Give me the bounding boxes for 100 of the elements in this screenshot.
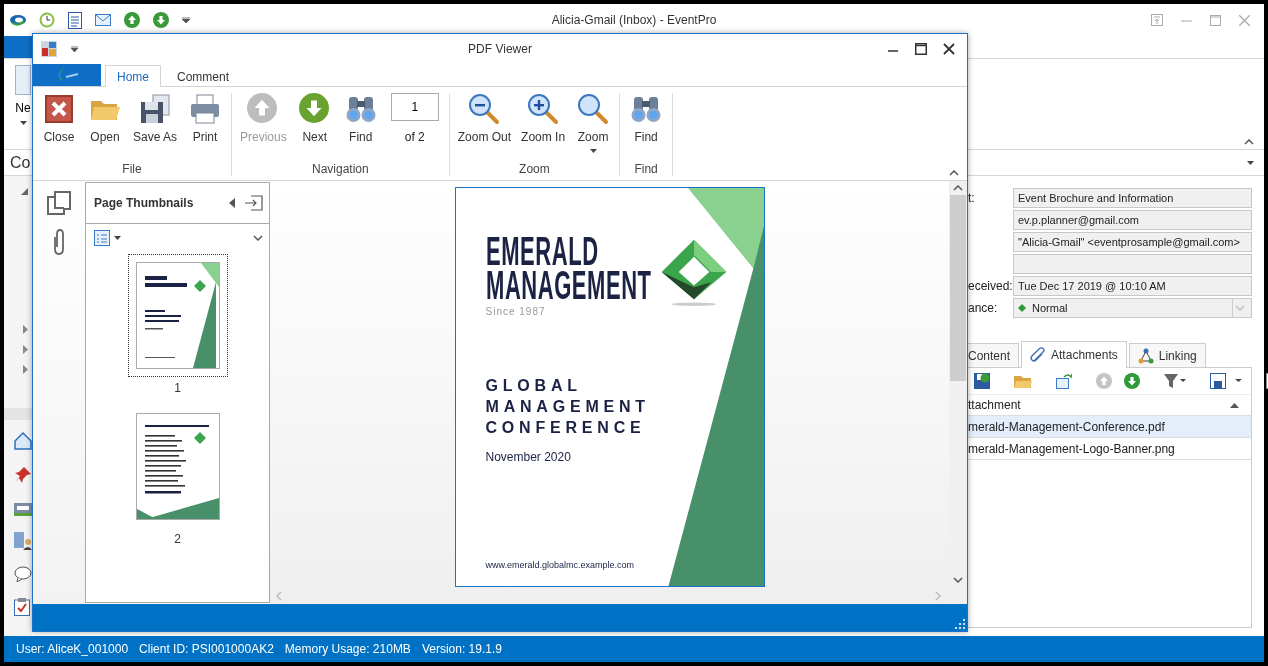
page-thumbnail[interactable] xyxy=(127,254,228,377)
text-field[interactable]: ev.p.planner@gmail.com xyxy=(1013,210,1252,230)
app-logo-icon[interactable] xyxy=(10,14,26,26)
filter-icon[interactable] xyxy=(1164,373,1186,389)
page-number-field[interactable]: 1 xyxy=(390,93,439,121)
floppy-disk-icon xyxy=(139,93,171,125)
down-arrow-circle-icon[interactable] xyxy=(1124,373,1140,389)
up-arrow-circle-icon[interactable] xyxy=(124,12,140,28)
dropdown-caret-icon xyxy=(114,236,121,240)
tree-expand-icon[interactable] xyxy=(23,325,28,334)
attachment-row[interactable]: merald-Management-Logo-Banner.png xyxy=(968,438,1251,460)
print-button[interactable]: Print xyxy=(183,93,228,162)
document-title: MANAGEMENT xyxy=(485,268,652,302)
dropdown-caret-icon xyxy=(589,149,597,153)
zoom-button[interactable]: Zoom xyxy=(571,93,616,162)
dialog-title: PDF Viewer xyxy=(468,41,532,56)
ribbon-tab[interactable]: Comment xyxy=(165,65,242,87)
event-title: MANAGEMENT xyxy=(485,397,650,417)
mail-icon[interactable] xyxy=(95,14,111,26)
tree-expand-icon[interactable] xyxy=(23,365,28,374)
zoom-in-icon xyxy=(527,93,560,125)
text-field[interactable]: Tue Dec 17 2019 @ 10:10 AM xyxy=(1013,276,1252,296)
printer-icon xyxy=(189,93,222,125)
up-arrow-circle-icon xyxy=(247,93,280,125)
caret-icon xyxy=(19,121,27,125)
diamond-logo xyxy=(659,238,728,306)
printer-icon[interactable] xyxy=(14,500,32,516)
sort-ascending-icon xyxy=(1230,402,1239,408)
find-button[interactable]: Find xyxy=(624,93,669,162)
tree-expand-icon[interactable] xyxy=(23,345,28,354)
network-nodes-icon xyxy=(1137,347,1154,364)
save-dropdown-icon[interactable] xyxy=(1210,373,1242,389)
zoom-out-button[interactable]: Zoom Out xyxy=(453,93,516,162)
maximize-icon[interactable] xyxy=(915,42,927,55)
diamond-icon xyxy=(1018,304,1026,312)
field-label: t: xyxy=(968,191,976,205)
collapse-left-icon[interactable] xyxy=(229,198,235,208)
ribbon-display-icon[interactable] xyxy=(1151,14,1163,26)
window-arrow-icon[interactable] xyxy=(1056,373,1072,389)
pushpin-icon[interactable] xyxy=(14,466,32,484)
next-button[interactable]: Next xyxy=(292,93,337,162)
panel-title: Page Thumbnails xyxy=(94,196,195,210)
document-icon[interactable] xyxy=(68,11,82,29)
collapse-ribbon-icon xyxy=(949,170,959,176)
toolbar-dropdown-icon[interactable] xyxy=(71,45,78,52)
status-text: Version: 19.1.9 xyxy=(421,642,502,656)
dropdown-chevron-icon xyxy=(1235,305,1245,311)
event-date: November 2020 xyxy=(485,450,571,464)
importance-dropdown[interactable]: Normal xyxy=(1013,298,1252,318)
field-label: eceived: xyxy=(968,279,1013,293)
new-button[interactable]: Ne xyxy=(14,65,32,125)
ribbon-tab[interactable]: Home xyxy=(105,65,161,87)
collapse-ribbon-icon xyxy=(1244,139,1254,145)
group-label: Find xyxy=(633,162,659,176)
paperclip-icon[interactable] xyxy=(51,229,67,255)
group-label: File xyxy=(121,162,143,176)
speech-bubble-icon[interactable] xyxy=(14,566,32,582)
clipboard-check-icon[interactable] xyxy=(14,598,30,616)
down-arrow-circle-icon[interactable] xyxy=(153,12,169,28)
status-text: Client ID: PSI001000AK2 xyxy=(139,642,274,656)
column-header[interactable]: ttachment xyxy=(968,398,1021,412)
status-text: User: AliceK_001000 xyxy=(16,642,129,656)
event-title: GLOBAL xyxy=(485,376,583,396)
section-header: Co xyxy=(10,153,31,172)
open-button[interactable]: Open xyxy=(83,93,127,162)
text-field[interactable] xyxy=(1013,254,1252,274)
scroll-up-icon xyxy=(953,185,963,191)
field-label: ance: xyxy=(968,301,999,315)
zoom-out-icon xyxy=(468,93,501,125)
event-title: CONFERENCE xyxy=(485,418,647,438)
toolbar-dropdown-icon[interactable] xyxy=(182,17,190,23)
magnifier-icon xyxy=(577,93,610,125)
tree-collapse-icon[interactable] xyxy=(21,188,28,195)
window-title: Alicia-Gmail (Inbox) - EventPro xyxy=(551,13,717,27)
tab[interactable]: Content xyxy=(968,343,1020,367)
save-as-button[interactable]: Save As xyxy=(129,93,182,162)
building-people-icon[interactable] xyxy=(14,532,32,550)
close-icon[interactable] xyxy=(943,42,955,55)
document-icon xyxy=(15,65,31,95)
zoom-in-button[interactable]: Zoom In xyxy=(517,93,570,162)
close-button[interactable]: Close xyxy=(37,93,81,162)
group-label: Zoom xyxy=(518,162,551,176)
clock-icon[interactable] xyxy=(39,12,55,28)
find-button[interactable]: Find xyxy=(338,93,383,162)
down-arrow-circle-icon xyxy=(298,93,331,125)
list-options-icon[interactable] xyxy=(94,230,110,246)
attachment-row[interactable]: merald-Management-Conference.pdf xyxy=(968,416,1251,438)
tab[interactable]: Linking xyxy=(1128,343,1206,367)
resize-grip-icon[interactable] xyxy=(955,619,965,629)
scroll-down-icon xyxy=(953,577,963,583)
dock-panel-icon[interactable] xyxy=(245,195,263,211)
document-tagline: Since 1987 xyxy=(485,306,546,317)
home-icon[interactable] xyxy=(14,432,32,450)
tab[interactable]: Attachments xyxy=(1021,341,1127,368)
page-number-label: 1 xyxy=(174,381,181,395)
dropdown-caret-icon xyxy=(1247,160,1254,165)
text-field[interactable]: "Alicia-Gmail" <eventprosample@gmail.com> xyxy=(1013,232,1252,252)
app-window-icon[interactable] xyxy=(41,40,57,57)
pages-icon[interactable] xyxy=(47,191,71,215)
text-field[interactable]: Event Brochure and Information xyxy=(1013,188,1252,208)
